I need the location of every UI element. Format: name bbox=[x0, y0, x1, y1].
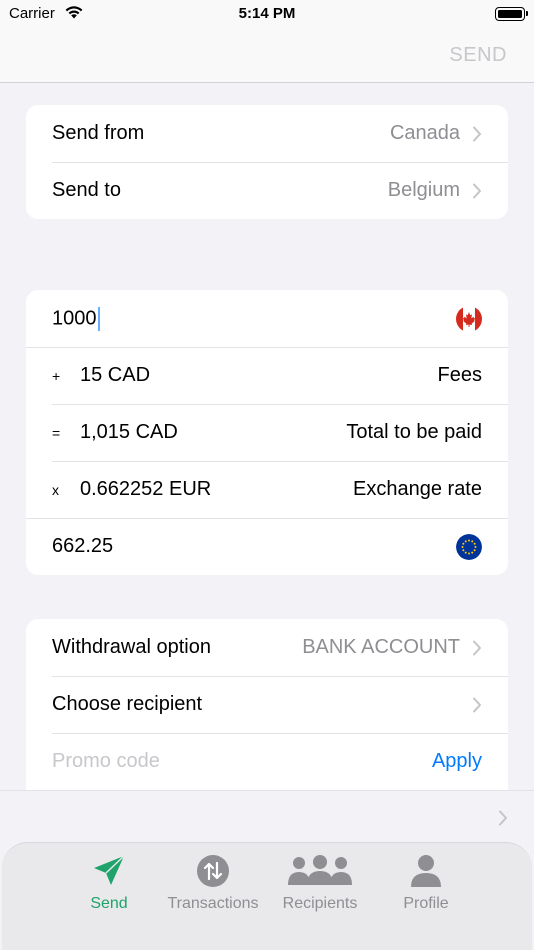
amount-input-value: 1000 bbox=[52, 306, 97, 329]
eu-flag-icon[interactable] bbox=[456, 533, 482, 560]
tab-profile-label: Profile bbox=[403, 895, 449, 912]
withdrawal-option-row[interactable]: Withdrawal option BANK ACCOUNT bbox=[26, 619, 508, 676]
tab-bar: Send Transactions Recipients Profile bbox=[0, 831, 534, 950]
fees-label: Fees bbox=[437, 364, 482, 386]
total-label: Total to be paid bbox=[346, 421, 482, 443]
battery-icon bbox=[495, 7, 528, 21]
paper-plane-icon bbox=[94, 855, 125, 885]
choose-recipient-label: Choose recipient bbox=[52, 693, 203, 715]
canada-flag-icon[interactable] bbox=[456, 305, 482, 332]
send-from-row[interactable]: Send from Canada bbox=[26, 105, 508, 162]
tab-profile[interactable]: Profile bbox=[371, 853, 481, 913]
equals-symbol: = bbox=[52, 424, 61, 441]
plus-symbol: + bbox=[52, 367, 61, 384]
fees-row: + 15 CAD Fees bbox=[26, 347, 508, 404]
amount-card: 1000 + 15 CAD Fees = 1,015 CAD Total to … bbox=[26, 290, 508, 575]
partial-row[interactable] bbox=[0, 790, 534, 831]
status-bar: Carrier 5:14 PM bbox=[0, 0, 534, 30]
apply-button[interactable]: Apply bbox=[432, 750, 482, 773]
tab-transactions-label: Transactions bbox=[167, 895, 259, 912]
tab-send-label: Send bbox=[90, 895, 128, 912]
exchange-rate-row: x 0.662252 EUR Exchange rate bbox=[26, 461, 508, 518]
text-caret bbox=[97, 306, 100, 331]
chevron-right-icon bbox=[473, 640, 481, 655]
promo-code-row[interactable]: Promo code Apply bbox=[26, 733, 508, 790]
tab-bar-background: Send Transactions Recipients Profile bbox=[2, 842, 532, 950]
fees-value: 15 CAD bbox=[80, 364, 151, 386]
tab-send[interactable]: Send bbox=[54, 853, 164, 913]
route-card: Send from Canada Send to Belgium bbox=[26, 105, 508, 219]
promo-code-input[interactable]: Promo code bbox=[52, 750, 160, 773]
transfer-arrows-icon bbox=[197, 855, 229, 887]
send-to-label: Send to bbox=[52, 179, 121, 201]
exchange-rate-label: Exchange rate bbox=[353, 478, 482, 500]
amount-input[interactable]: 1000 bbox=[52, 306, 100, 331]
chevron-right-icon bbox=[473, 126, 481, 141]
multiply-symbol: x bbox=[52, 481, 59, 498]
chevron-right-icon bbox=[473, 697, 481, 712]
exchange-rate-value: 0.662252 EUR bbox=[80, 478, 212, 500]
people-group-icon bbox=[288, 855, 352, 885]
total-row: = 1,015 CAD Total to be paid bbox=[26, 404, 508, 461]
send-from-value: Canada bbox=[389, 122, 460, 144]
send-button[interactable]: SEND bbox=[449, 44, 507, 67]
amount-input-row[interactable]: 1000 bbox=[26, 290, 508, 347]
tab-transactions[interactable]: Transactions bbox=[158, 853, 268, 913]
total-value: 1,015 CAD bbox=[80, 421, 178, 443]
tab-recipients-label: Recipients bbox=[282, 895, 358, 912]
chevron-right-icon bbox=[499, 810, 507, 826]
received-amount-input[interactable]: 662.25 bbox=[52, 535, 113, 558]
send-to-row[interactable]: Send to Belgium bbox=[26, 162, 508, 219]
received-amount-row[interactable]: 662.25 bbox=[26, 518, 508, 575]
person-icon bbox=[411, 855, 441, 887]
status-time: 5:14 PM bbox=[238, 5, 296, 22]
navigation-bar: SEND bbox=[0, 30, 534, 83]
send-to-value: Belgium bbox=[387, 179, 460, 201]
tab-recipients[interactable]: Recipients bbox=[265, 853, 375, 913]
choose-recipient-row[interactable]: Choose recipient bbox=[26, 676, 508, 733]
withdrawal-option-label: Withdrawal option bbox=[52, 636, 211, 658]
chevron-right-icon bbox=[473, 183, 481, 198]
options-card: Withdrawal option BANK ACCOUNT Choose re… bbox=[26, 619, 508, 790]
withdrawal-option-value: BANK ACCOUNT bbox=[302, 636, 460, 658]
send-from-label: Send from bbox=[52, 122, 145, 144]
